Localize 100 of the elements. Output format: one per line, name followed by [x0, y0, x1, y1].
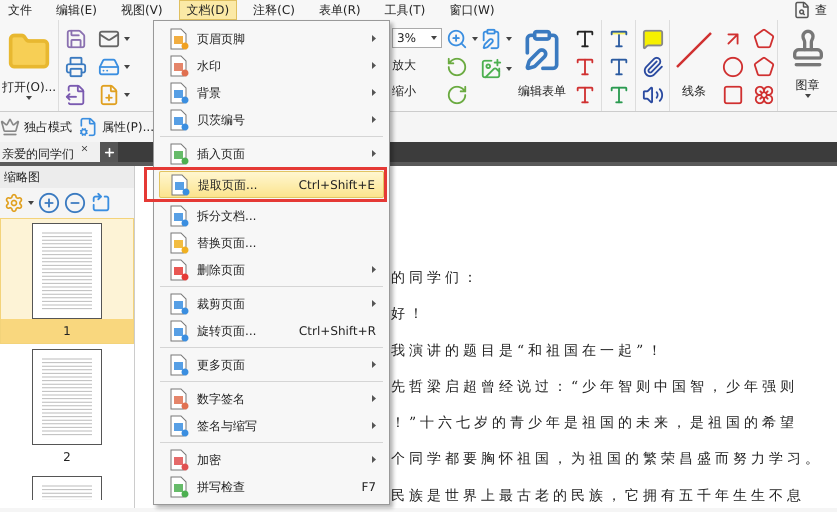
pentagon-icon[interactable] [752, 56, 774, 78]
shortcut-label: Ctrl+Shift+E [298, 176, 375, 194]
menu-item[interactable]: 水印 [158, 52, 385, 79]
caret-icon[interactable] [506, 67, 512, 71]
document-text-line: 的同学们： [391, 269, 482, 288]
menu-item[interactable]: 更多页面 [158, 351, 385, 378]
document-icon [169, 448, 189, 470]
find-icon[interactable] [793, 1, 811, 19]
document-icon [169, 108, 189, 130]
rotate-page-icon[interactable] [90, 192, 112, 214]
menu-item[interactable]: 裁剪页面 [158, 290, 385, 317]
document-icon [169, 320, 189, 342]
menu-item[interactable]: 页眉页脚 [158, 25, 385, 52]
shortcut-label: F7 [361, 478, 376, 496]
menu-item[interactable]: 数字签名 [158, 385, 385, 412]
submenu-arrow-icon [372, 150, 376, 157]
rotate-left-icon[interactable] [446, 56, 468, 78]
menu-bar-item[interactable]: 工具(T) [376, 0, 434, 20]
menu-item[interactable]: 贝茨编号 [158, 106, 385, 133]
submenu-arrow-icon [372, 35, 376, 42]
toolbar-button[interactable]: 属性(P)... [78, 117, 154, 137]
open-button[interactable]: 打开(O)... [0, 20, 58, 111]
document-icon [169, 232, 189, 254]
menu-bar-item[interactable]: 文件 [0, 0, 40, 20]
submenu-arrow-icon [372, 456, 376, 463]
paperclip-icon[interactable] [642, 56, 664, 78]
submenu-arrow-icon [372, 116, 376, 123]
menu-item[interactable]: 签名与缩写 [158, 412, 385, 439]
speaker-icon[interactable] [642, 84, 664, 106]
page-number: 1 [1, 319, 133, 343]
menu-bar-item[interactable]: 表单(R) [310, 0, 369, 20]
caret-icon[interactable] [506, 37, 512, 41]
thumbnail-item[interactable]: 2 [0, 344, 134, 470]
document-icon [169, 82, 189, 104]
menu-item[interactable]: 加密 [158, 446, 385, 473]
caret-icon[interactable] [472, 37, 478, 41]
export-icon[interactable] [64, 84, 86, 106]
document-icon [169, 414, 189, 436]
menu-bar-item[interactable]: 文档(D) [178, 0, 238, 20]
page-thumbnail[interactable] [32, 223, 102, 319]
zoom-out-label[interactable]: 缩小 [392, 82, 444, 100]
stamp-button[interactable]: 图章 [778, 20, 837, 111]
save-icon[interactable] [64, 28, 86, 50]
document-icon [169, 292, 189, 314]
zoom-in-label[interactable]: 放大 [392, 56, 444, 74]
caret-icon[interactable] [26, 96, 32, 100]
caret-icon[interactable] [124, 37, 130, 41]
new-tab-button[interactable] [100, 142, 118, 162]
close-icon[interactable] [80, 144, 89, 153]
document-icon [170, 174, 190, 196]
caret-icon[interactable] [28, 201, 34, 205]
submenu-arrow-icon [372, 300, 376, 307]
note-icon[interactable] [642, 28, 664, 50]
line-button[interactable]: 线条 [670, 20, 718, 111]
menu-item[interactable]: 拼写检查 F7 [158, 473, 385, 500]
mail-icon[interactable] [98, 28, 120, 50]
printer-icon[interactable] [64, 56, 86, 78]
document-text-line: 民族是世界上最古老的民族，它拥有五千年生生不息 [391, 486, 806, 506]
submenu-arrow-icon [372, 266, 376, 273]
caret-icon[interactable] [804, 94, 810, 98]
find-button[interactable]: 查 [815, 1, 837, 19]
menu-bar-item[interactable]: 窗口(W) [441, 0, 503, 20]
zoom-out-icon[interactable] [64, 192, 86, 214]
submenu-arrow-icon [372, 395, 376, 402]
menu-item[interactable]: 旋转页面... Ctrl+Shift+R [158, 317, 385, 344]
menu-item[interactable]: 拆分文档... [158, 202, 385, 229]
panel-title: 缩略图 [4, 169, 40, 186]
thumbnail-item[interactable]: 1 [0, 218, 134, 344]
edit-form-button[interactable]: 编辑表单 [516, 20, 568, 111]
menu-bar-item[interactable]: 注释(C) [245, 0, 303, 20]
shortcut-label: Ctrl+Shift+R [298, 322, 376, 340]
toolbar-button[interactable]: 独占模式 [0, 117, 72, 137]
menu-item[interactable]: 插入页面 [158, 140, 385, 167]
document-text-line: 个同学都要胸怀祖国，为祖国的繁荣昌盛而努力学习。 [391, 450, 824, 470]
document-settings-icon [78, 117, 98, 137]
ellipse-icon[interactable] [722, 56, 744, 78]
document-tab[interactable]: 亲爱的同学们 [0, 142, 100, 162]
menu-bar-item[interactable]: 编辑(E) [48, 0, 105, 20]
page-number: 2 [62, 449, 72, 466]
menu-bar-item[interactable]: 视图(V) [112, 0, 171, 20]
zoom-field[interactable]: 3% [392, 28, 442, 48]
submenu-arrow-icon [372, 89, 376, 96]
rectangle-icon[interactable] [722, 84, 744, 106]
zoom-in-icon[interactable] [38, 192, 60, 214]
document-icon [169, 476, 189, 498]
caret-icon[interactable] [124, 93, 130, 97]
menu-item[interactable]: 替换页面... [158, 229, 385, 256]
document-icon [169, 388, 189, 410]
document-text-line: 我演讲的题目是“和祖国在一起”！ [391, 342, 666, 361]
menu-item[interactable]: 删除页面 [158, 256, 385, 283]
page-thumbnail[interactable] [32, 349, 102, 445]
menu-item[interactable]: 背景 [158, 79, 385, 106]
rotate-right-icon[interactable] [446, 84, 468, 106]
menu-item[interactable]: 提取页面... Ctrl+Shift+E [159, 171, 384, 198]
document-icon [169, 204, 189, 226]
document-text-line: 先哲梁启超曾经说过：“少年智则中国智，少年强则 [391, 378, 800, 397]
caret-icon[interactable] [124, 65, 130, 69]
caret-icon[interactable] [431, 36, 437, 40]
document-icon [169, 258, 189, 280]
submenu-arrow-icon [372, 62, 376, 69]
